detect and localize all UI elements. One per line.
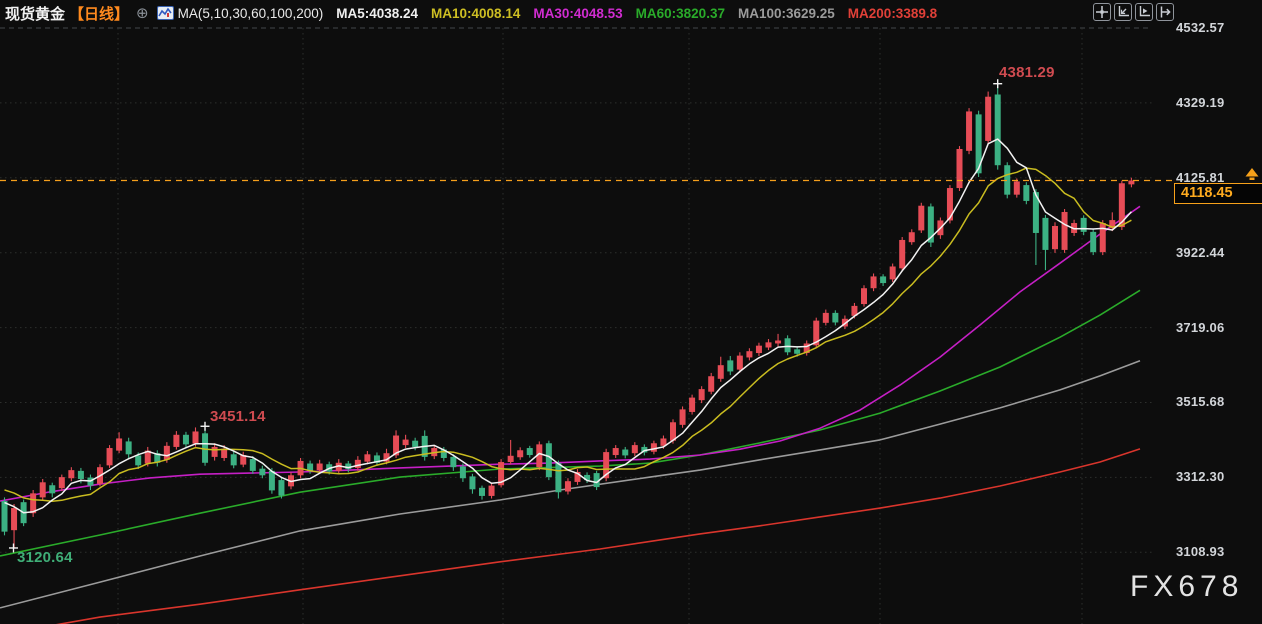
axis-label: 4329.19 [1176,95,1224,110]
timeframe-label: 【日线】 [69,3,129,24]
peak-price-annotation: 4381.29 [999,64,1055,81]
fx678-watermark: FX678 [1130,570,1243,604]
axis-label: 4532.57 [1176,20,1224,35]
price-up-arrow-icon[interactable] [1243,167,1261,186]
playback-button[interactable] [1135,3,1153,21]
axis-label: 3922.44 [1176,245,1224,260]
ma200-value: MA200:3389.8 [848,6,937,21]
mini-kline-icon[interactable] [157,6,174,20]
axis-label: 3719.06 [1176,320,1224,335]
chart-header: 现货黄金 【日线】 ⊕ MA(5,10,30,60,100,200) MA5:4… [5,3,937,23]
crosshair-button[interactable] [1093,3,1111,21]
go-to-latest-button[interactable] [1156,3,1174,21]
scale-axis-left-button[interactable] [1114,3,1132,21]
ma100-value: MA100:3629.25 [738,6,835,21]
symbol-name: 现货黄金 [5,3,65,24]
low-price-annotation: 3120.64 [17,549,73,566]
axis-label: 3108.93 [1176,544,1224,559]
ma30-value: MA30:4048.53 [533,6,622,21]
chart-toolbar [1093,3,1174,21]
axis-label: 3515.68 [1176,394,1224,409]
ma5-value: MA5:4038.24 [336,6,418,21]
circle-plus-icon[interactable]: ⊕ [136,6,149,21]
kline-chart-canvas[interactable] [0,0,1262,624]
gold-kline-app: { "header": { "symbol": "现货黄金", "timefra… [0,0,1262,624]
swing-high-annotation: 3451.14 [210,408,266,425]
ma10-value: MA10:4008.14 [431,6,520,21]
ma-group-label: MA(5,10,30,60,100,200) [178,6,324,21]
axis-label: 3312.30 [1176,469,1224,484]
current-price-badge: 4118.45 [1174,183,1262,204]
ma60-value: MA60:3820.37 [636,6,725,21]
